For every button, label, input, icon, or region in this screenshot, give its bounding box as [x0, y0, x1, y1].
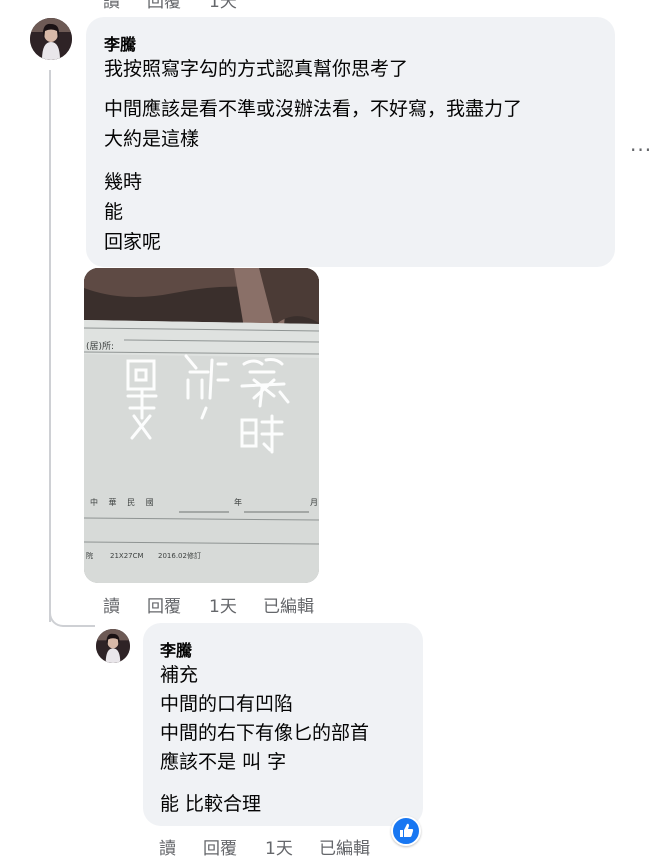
timestamp[interactable]: 1天 — [209, 592, 237, 617]
comment-photo[interactable]: (居)所: 中 華 民 國 年 月 院 21X27CM 2016.02修訂 — [84, 268, 319, 583]
comment-text-line: 中間的右下有像匕的部首 — [160, 722, 370, 744]
read-button[interactable]: 讀 — [159, 834, 176, 859]
comment-text-line: 能 — [104, 201, 124, 223]
form-year-label: 年 — [234, 497, 242, 507]
comment-actions: 讀 回覆 1天 已編輯 — [103, 592, 333, 617]
avatar[interactable] — [96, 629, 130, 663]
comment-actions: 讀 回覆 1天 已編輯 — [159, 834, 389, 859]
prev-comment-actions: 讀 回覆 1天 — [103, 0, 263, 12]
comment-text-line: 應該不是 叫 字 — [160, 751, 287, 773]
comment-text-line: 大約是這樣 — [104, 128, 200, 150]
thumbs-up-icon — [400, 823, 414, 837]
print-info: 院 — [86, 551, 93, 560]
form-month-label: 月 — [310, 498, 318, 507]
edited-label[interactable]: 已編輯 — [263, 592, 314, 617]
edited-label[interactable]: 已編輯 — [319, 834, 370, 859]
avatar-image — [96, 629, 130, 663]
comment-text-line: 中間的口有凹陷 — [160, 693, 294, 715]
reply-button[interactable]: 回覆 — [147, 592, 181, 617]
comment-text-line: 能 比較合理 — [160, 793, 262, 815]
read-button[interactable]: 讀 — [103, 0, 120, 12]
thread-line — [49, 70, 51, 622]
avatar[interactable] — [30, 18, 72, 60]
reply-button[interactable]: 回覆 — [203, 834, 237, 859]
print-info: 2016.02修訂 — [158, 551, 201, 560]
photo-image: (居)所: 中 華 民 國 年 月 院 21X27CM 2016.02修訂 — [84, 268, 319, 583]
avatar-image — [30, 18, 72, 60]
more-options-icon[interactable]: ··· — [630, 138, 651, 162]
reply-button[interactable]: 回覆 — [147, 0, 181, 12]
thread-connector — [49, 595, 95, 627]
like-icon[interactable] — [391, 816, 421, 846]
comment-text-line: 幾時 — [104, 171, 143, 193]
read-button[interactable]: 讀 — [103, 592, 120, 617]
comment-author[interactable]: 李騰 — [104, 31, 136, 55]
form-label: (居)所: — [86, 341, 114, 352]
comment-text-line: 我按照寫字勾的方式認真幫你思考了 — [104, 58, 409, 80]
form-footer: 中 華 民 國 — [90, 497, 158, 507]
timestamp[interactable]: 1天 — [209, 0, 237, 12]
comment-text-line: 中間應該是看不準或沒辦法看，不好寫，我盡力了 — [104, 98, 523, 120]
comment-text-line: 補充 — [160, 664, 199, 686]
print-info: 21X27CM — [110, 552, 144, 560]
timestamp[interactable]: 1天 — [265, 834, 293, 859]
comment-text-line: 回家呢 — [104, 231, 162, 253]
comment-author[interactable]: 李騰 — [160, 637, 192, 661]
